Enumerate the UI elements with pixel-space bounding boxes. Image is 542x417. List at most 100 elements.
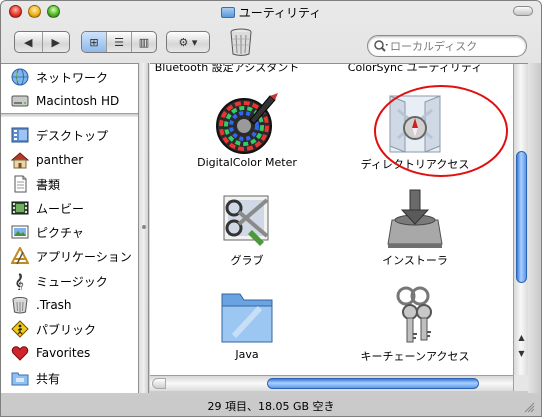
splitter-grip (142, 225, 146, 229)
forward-arrow-icon: ▶ (51, 35, 60, 49)
sidebar-item-label: アプリケーション (36, 249, 132, 264)
icon-view-icon: ⊞ (89, 35, 99, 49)
list-view-button[interactable]: ☰ (107, 32, 132, 52)
sidebar-item-documents[interactable]: 書類 (1, 173, 139, 195)
view-mode-control: ⊞ ☰ ▥ (81, 31, 157, 53)
sidebar-item-home[interactable]: panther (1, 149, 139, 171)
vertical-scrollbar[interactable]: ▲ ▼ (513, 63, 528, 375)
column-view-icon: ▥ (138, 35, 150, 49)
folder-icon (221, 293, 273, 343)
file-item-bluetooth[interactable]: Bluetooth 設定アシスタント (150, 63, 312, 74)
sidebar-item-favorites[interactable]: Favorites (1, 342, 139, 364)
trash-icon[interactable] (229, 27, 253, 57)
finder-window: ユーティリティ ◀ ▶ ⊞ ☰ ▥ ⚙ ▾ ローカルディスク ネットワーク Ma… (0, 0, 542, 417)
movie-icon (11, 201, 29, 215)
grab-icon (223, 195, 269, 246)
search-icon (374, 40, 388, 52)
sidebar-item-label: ネットワーク (36, 70, 109, 85)
sidebar-item-label: 共有 (36, 371, 61, 386)
applications-icon (11, 247, 29, 265)
sidebar-item-desktop[interactable]: デスクトップ (1, 124, 139, 146)
keychain-icon (396, 286, 432, 343)
list-view-icon: ☰ (114, 35, 124, 49)
file-item-label: ColorSync ユーティリティ (347, 63, 483, 74)
home-icon (11, 152, 29, 169)
back-forward-control: ◀ ▶ (14, 31, 70, 53)
file-item-digitalcolor-meter[interactable]: DigitalColor Meter (162, 84, 332, 174)
music-icon: 𝄞 (15, 273, 24, 290)
file-item-colorsync[interactable]: ColorSync ユーティリティ (330, 63, 500, 74)
sidebar-item-label: panther (36, 153, 84, 167)
back-arrow-icon: ◀ (24, 35, 33, 49)
sidebar-item-public[interactable]: パブリック (1, 318, 139, 340)
sidebar-item-movies[interactable]: ムービー (1, 197, 139, 219)
sidebar-item-label: パブリック (36, 322, 97, 337)
sidebar-divider[interactable] (1, 113, 138, 117)
resize-grip-icon[interactable] (523, 401, 535, 413)
sidebar-item-label: 書類 (36, 177, 61, 192)
forward-button[interactable]: ▶ (43, 32, 70, 52)
file-item-label: Java (235, 348, 259, 361)
sidebar-item-pictures[interactable]: ピクチャ (1, 221, 139, 243)
scroll-left-cap[interactable] (152, 378, 166, 389)
file-item-label: グラブ (230, 254, 264, 267)
column-view-button[interactable]: ▥ (132, 32, 156, 52)
scroll-down-arrow-icon[interactable]: ▼ (514, 346, 529, 360)
status-bar: 29 項目、18.05 GB 空き (1, 393, 541, 416)
window-edge (528, 63, 541, 393)
gear-icon: ⚙ ▾ (178, 35, 198, 49)
file-item-label: インストーラ (382, 254, 448, 267)
sidebar-item-label: ピクチャ (36, 225, 84, 240)
sidebar-item-applications[interactable]: アプリケーション (1, 245, 139, 267)
sidebar-item-shared[interactable]: 共有 (1, 367, 139, 389)
trash-icon (12, 297, 28, 314)
title-bar[interactable]: ユーティリティ (1, 1, 541, 23)
folder-icon (220, 7, 235, 18)
window-title: ユーティリティ (1, 4, 541, 21)
installer-icon (387, 189, 443, 248)
file-item-java[interactable]: Java (162, 276, 332, 366)
heart-icon (11, 346, 29, 361)
sidebar-item-label: ミュージック (36, 274, 108, 289)
sidebar-item-label: Favorites (36, 346, 91, 360)
file-item-installer[interactable]: インストーラ (330, 180, 500, 270)
file-item-keychain-access[interactable]: キーチェーンアクセス (330, 276, 500, 366)
file-item-label: Bluetooth 設定アシスタント (154, 63, 300, 74)
scroll-up-arrow-icon[interactable]: ▲ (514, 330, 529, 344)
sidebar-splitter[interactable] (139, 63, 149, 393)
back-button[interactable]: ◀ (15, 32, 43, 52)
red-annotation-circle (374, 85, 508, 177)
globe-icon (11, 68, 29, 86)
sidebar-item-label: デスクトップ (36, 128, 109, 143)
documents-icon (14, 175, 27, 193)
window-title-text: ユーティリティ (238, 6, 322, 20)
horizontal-scroll-thumb[interactable] (267, 378, 479, 389)
sidebar-item-label: Macintosh HD (36, 94, 120, 108)
icon-view-button[interactable]: ⊞ (82, 32, 107, 52)
picture-icon (11, 225, 29, 239)
search-input[interactable] (390, 38, 522, 54)
color-meter-icon (216, 93, 278, 154)
shared-icon (11, 372, 29, 386)
file-item-grab[interactable]: グラブ (162, 180, 332, 270)
sidebar-item-music[interactable]: 𝄞 ミュージック (1, 270, 139, 292)
sidebar-item-label: ムービー (36, 201, 85, 216)
file-item-label: キーチェーンアクセス (360, 350, 470, 363)
sidebar-item-label: .Trash (36, 298, 72, 312)
scroll-corner (513, 375, 528, 391)
search-field[interactable] (367, 35, 527, 57)
action-menu-button[interactable]: ⚙ ▾ (166, 31, 210, 53)
sidebar: ネットワーク Macintosh HD デスクトップ panther 書類 ムー… (1, 63, 139, 393)
sidebar-item-macintosh-hd[interactable]: Macintosh HD (1, 90, 139, 112)
status-text: 29 項目、18.05 GB 空き (207, 400, 335, 413)
toolbar: ◀ ▶ ⊞ ☰ ▥ ⚙ ▾ (1, 23, 541, 63)
horizontal-scrollbar[interactable] (150, 375, 513, 391)
sidebar-item-trash[interactable]: .Trash (1, 294, 139, 316)
toolbar-toggle-button[interactable] (513, 6, 533, 16)
hard-drive-icon (11, 95, 29, 107)
file-item-label: DigitalColor Meter (197, 156, 297, 169)
sidebar-item-network[interactable]: ネットワーク (1, 66, 139, 88)
file-icon-view: Bluetooth 設定アシスタント ColorSync ユーティリティ Dig… (150, 63, 513, 375)
desktop-icon (11, 127, 29, 143)
vertical-scroll-thumb[interactable] (516, 151, 527, 283)
